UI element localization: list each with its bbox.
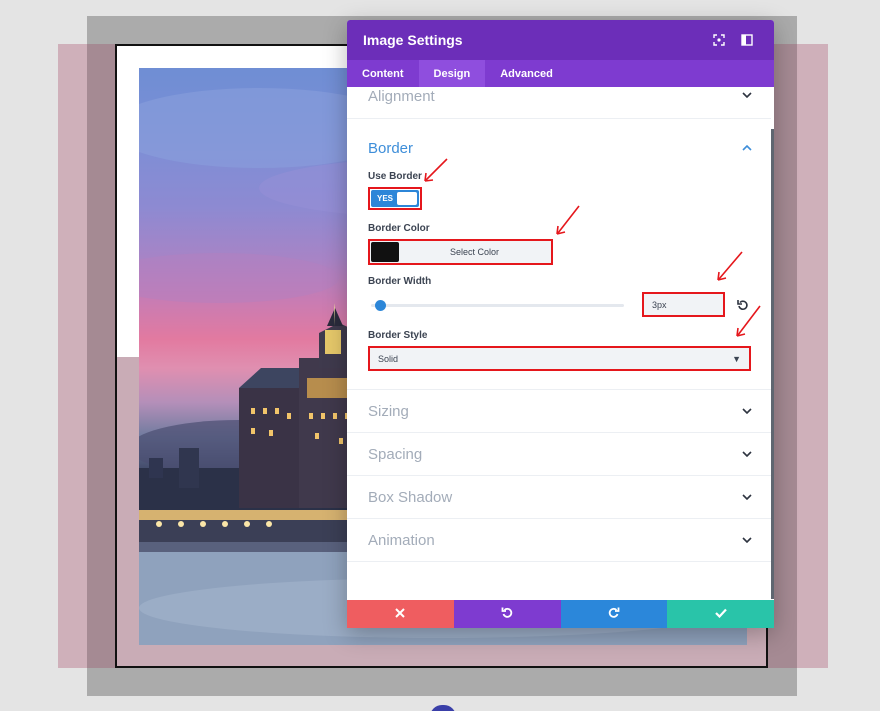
section-overlay-left xyxy=(87,44,115,668)
section-alignment[interactable]: Alignment xyxy=(347,87,774,119)
use-border-highlight: YES xyxy=(368,187,422,210)
border-color-picker[interactable]: Select Color xyxy=(368,239,553,265)
toggle-yes-text: YES xyxy=(377,194,394,203)
section-background-left xyxy=(58,44,87,668)
tab-content[interactable]: Content xyxy=(347,60,419,87)
border-width-slider-row: 3px xyxy=(368,292,758,318)
modal-header: Image Settings xyxy=(347,20,774,60)
modal-footer xyxy=(347,600,774,628)
annotation-arrow-toggle xyxy=(424,158,448,182)
annotation-arrow-width xyxy=(717,251,743,281)
border-color-field: Border Color Select Color xyxy=(368,223,553,265)
chevron-down-icon xyxy=(741,89,753,101)
modal-tabs: Content Design Advanced xyxy=(347,60,774,87)
border-width-label: Border Width xyxy=(368,276,432,287)
tab-design[interactable]: Design xyxy=(418,60,486,87)
section-sizing[interactable]: Sizing xyxy=(347,390,774,433)
section-title-box-shadow: Box Shadow xyxy=(368,488,453,506)
border-color-label: Border Color xyxy=(368,223,430,234)
chevron-down-icon xyxy=(741,448,753,460)
section-background-right xyxy=(797,44,828,668)
section-spacing[interactable]: Spacing xyxy=(347,433,774,476)
save-button[interactable] xyxy=(667,600,774,628)
sidebar-toggle-icon[interactable] xyxy=(736,29,758,51)
undo-button[interactable] xyxy=(453,600,561,628)
border-style-value: Solid xyxy=(378,353,399,364)
section-border: Border Use Border YES Border Color Selec… xyxy=(347,119,774,390)
border-width-slider-track[interactable] xyxy=(371,304,624,307)
use-border-label: Use Border xyxy=(368,171,422,182)
border-style-select[interactable]: Solid ▼ xyxy=(368,346,751,371)
tab-advanced[interactable]: Advanced xyxy=(485,60,568,87)
section-title-alignment: Alignment xyxy=(368,88,435,105)
section-animation[interactable]: Animation xyxy=(347,519,774,562)
annotation-arrow-color xyxy=(556,205,580,235)
undo-icon xyxy=(501,605,513,623)
modal-title: Image Settings xyxy=(363,32,463,48)
border-width-field: Border Width 3px xyxy=(368,276,758,318)
caret-down-icon: ▼ xyxy=(732,353,741,364)
chevron-up-icon xyxy=(741,142,753,154)
toggle-knob xyxy=(397,192,417,205)
image-settings-modal: Image Settings Content Design Advanced A… xyxy=(347,20,774,628)
select-color-button[interactable]: Select Color xyxy=(399,247,550,257)
section-title-sizing: Sizing xyxy=(368,402,409,420)
annotation-arrow-style xyxy=(736,305,761,337)
use-border-toggle[interactable]: YES xyxy=(371,190,419,207)
fullscreen-icon[interactable] xyxy=(708,29,730,51)
redo-button[interactable] xyxy=(560,600,668,628)
section-title-border: Border xyxy=(368,139,414,157)
chevron-down-icon xyxy=(741,405,753,417)
use-border-field: Use Border YES xyxy=(368,171,422,210)
scrollbar-thumb[interactable] xyxy=(771,129,774,599)
section-title-spacing: Spacing xyxy=(368,445,423,463)
check-icon xyxy=(714,605,727,623)
redo-icon xyxy=(608,605,620,623)
color-swatch[interactable] xyxy=(371,242,399,262)
builder-add-button[interactable] xyxy=(430,705,456,711)
close-icon xyxy=(395,605,406,623)
border-style-field: Border Style Solid ▼ xyxy=(368,330,751,371)
border-width-slider-handle[interactable] xyxy=(375,300,386,311)
border-style-label: Border Style xyxy=(368,330,428,341)
section-box-shadow[interactable]: Box Shadow xyxy=(347,476,774,519)
modal-body: Alignment Border Use Border YES Border C… xyxy=(347,87,774,600)
section-title-animation: Animation xyxy=(368,531,435,549)
discard-button[interactable] xyxy=(347,600,454,628)
border-width-input[interactable]: 3px xyxy=(642,292,725,317)
chevron-down-icon xyxy=(741,534,753,546)
chevron-down-icon xyxy=(741,491,753,503)
